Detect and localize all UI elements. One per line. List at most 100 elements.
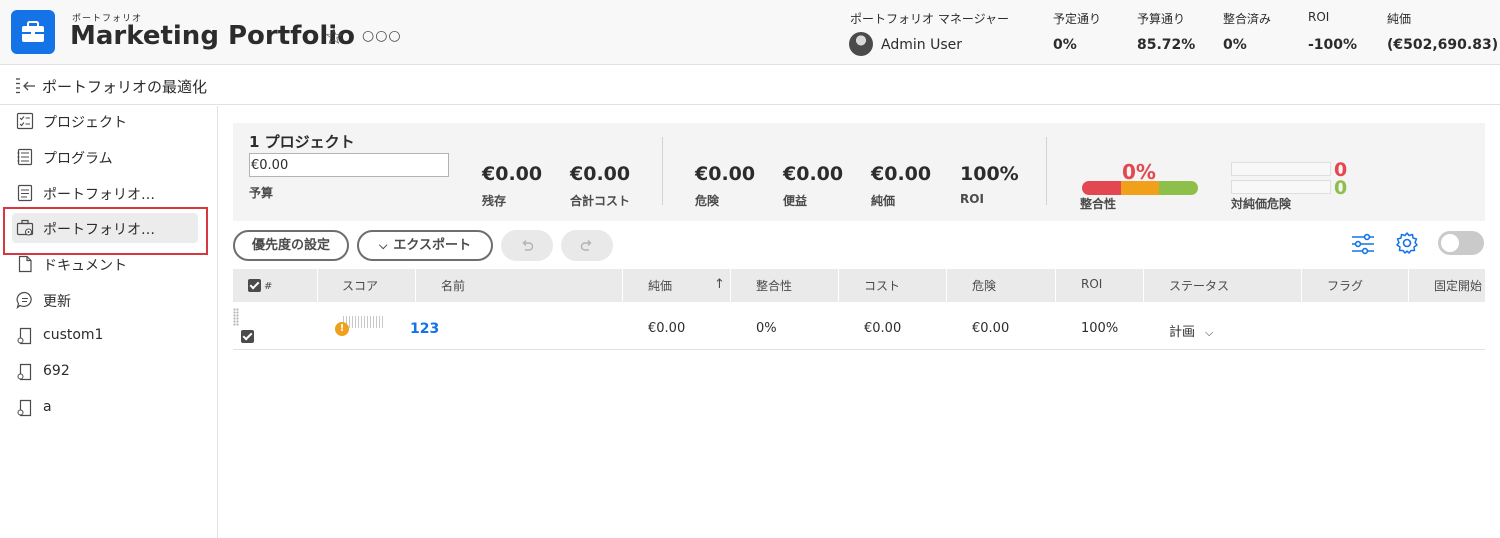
net-risk-label: 対純価危険 [1231, 197, 1292, 211]
sidebar-item-label: プロジェクト [43, 115, 127, 131]
column-header-cost[interactable]: コスト [864, 277, 900, 294]
sidebar-item-updates[interactable]: 更新 [12, 285, 198, 315]
project-count: 1 プロジェクト [249, 133, 355, 151]
budget-input[interactable] [249, 153, 449, 177]
gauge-segment-mid [1120, 181, 1160, 195]
project-name-link[interactable]: 123 [410, 321, 439, 337]
set-priority-button[interactable]: 優先度の設定 [233, 230, 349, 261]
chevron-down-icon: ⌵ [379, 239, 388, 252]
page-subheader: ポートフォリオの最適化 [0, 66, 1500, 105]
sidebar-item-label: a [43, 399, 52, 415]
column-header-number[interactable]: # [264, 281, 272, 292]
column-header-risk[interactable]: 危険 [972, 277, 996, 294]
cell-net-value: €0.00 [648, 321, 686, 336]
stat-value-on-time: 0% [1053, 37, 1077, 53]
stat-value-aligned: 0% [1223, 37, 1247, 53]
sidebar-item-label: ポートフォリオ… [43, 187, 155, 203]
column-divider [946, 269, 947, 302]
document-icon [16, 255, 34, 273]
metric-roi-value: 100% [960, 163, 1019, 185]
metric-risk-label: 危険 [695, 194, 720, 208]
column-divider [622, 269, 623, 302]
column-divider [317, 269, 318, 302]
select-all-checkbox[interactable] [248, 279, 261, 292]
net-risk-bar-a [1231, 162, 1331, 176]
undo-button[interactable] [501, 230, 553, 261]
column-header-fixed-start[interactable]: 固定開始 [1434, 277, 1482, 294]
undo-icon [522, 239, 534, 251]
custom-form-icon [16, 327, 34, 345]
redo-button[interactable] [561, 230, 613, 261]
score-meter [343, 316, 383, 328]
alignment-gauge [1082, 181, 1198, 195]
cell-alignment: 0% [756, 321, 777, 336]
column-header-roi[interactable]: ROI [1081, 277, 1102, 291]
briefcase-icon [11, 10, 55, 54]
filter-icon[interactable] [1351, 233, 1375, 255]
manager-name[interactable]: Admin User [881, 37, 962, 53]
stat-value-roi: -100% [1308, 37, 1358, 53]
gauge-segment-low [1082, 181, 1121, 195]
metric-risk-value: €0.00 [695, 163, 756, 185]
net-risk-bar-b [1231, 180, 1331, 194]
collapse-panel-icon[interactable] [15, 78, 37, 94]
project-list-icon [16, 112, 34, 130]
gauge-segment-high [1159, 181, 1198, 195]
metric-remaining-label: 残存 [482, 194, 507, 208]
sidebar-item-692[interactable]: 692 [12, 357, 198, 387]
export-label: エクスポート [393, 238, 471, 253]
stat-label-aligned: 整合済み [1223, 12, 1272, 26]
custom-form-icon [16, 399, 34, 417]
chevron-down-icon: ⌵ [1205, 326, 1214, 339]
sidebar-item-projects[interactable]: プロジェクト [12, 106, 198, 136]
export-button[interactable]: ⌵ エクスポート [357, 230, 493, 261]
metric-total-cost-label: 合計コスト [570, 194, 631, 208]
portfolio-header: ポートフォリオ Marketing Portfolio ☆ ○○○ ポートフォリ… [0, 0, 1500, 65]
stat-label-roi: ROI [1308, 10, 1330, 24]
column-divider [1055, 269, 1056, 302]
column-divider [730, 269, 731, 302]
gear-icon[interactable] [1395, 231, 1419, 255]
section-title: ポートフォリオの最適化 [42, 78, 208, 96]
cell-cost: €0.00 [864, 321, 902, 336]
star-icon[interactable]: ☆ [324, 26, 344, 50]
sidebar: プロジェクト プログラム ポートフォリオ… ポートフォリオ… ドキュメント 更新… [0, 106, 218, 538]
metric-benefit-label: 便益 [783, 194, 808, 208]
sidebar-item-portfolio-details[interactable]: ポートフォリオ… [12, 178, 198, 208]
column-header-status[interactable]: ステータス [1169, 277, 1229, 294]
more-icon[interactable]: ○○○ [362, 28, 402, 44]
stat-label-net-value: 純価 [1387, 12, 1412, 26]
column-divider [1408, 269, 1409, 302]
stat-value-net-value: (€502,690.83) [1387, 37, 1499, 53]
column-header-net-value[interactable]: 純価 [648, 277, 672, 294]
drag-handle-icon[interactable] [233, 308, 239, 326]
sidebar-item-a[interactable]: a [12, 393, 198, 423]
budget-label: 予算 [249, 186, 274, 200]
cell-risk: €0.00 [972, 321, 1010, 336]
sidebar-item-custom1[interactable]: custom1 [12, 321, 198, 351]
column-header-flag[interactable]: フラグ [1327, 277, 1363, 294]
divider [1046, 137, 1047, 205]
column-divider [838, 269, 839, 302]
status-dropdown[interactable]: 計画 ⌵ [1169, 321, 1213, 340]
sidebar-item-programs[interactable]: プログラム [12, 142, 198, 172]
column-divider [1143, 269, 1144, 302]
column-header-name[interactable]: 名前 [441, 277, 465, 294]
column-header-alignment[interactable]: 整合性 [756, 277, 792, 294]
row-checkbox[interactable] [241, 330, 254, 343]
metric-roi-label: ROI [960, 192, 984, 206]
avatar[interactable] [849, 32, 873, 56]
custom-form-icon [16, 363, 34, 381]
page-title: Marketing Portfolio [70, 21, 356, 51]
metric-remaining-value: €0.00 [482, 163, 543, 185]
warning-icon: ! [335, 322, 349, 336]
cell-roi: 100% [1081, 321, 1119, 336]
status-label: 計画 [1169, 325, 1196, 340]
sort-ascending-icon[interactable]: ↑ [714, 277, 725, 292]
alignment-label: 整合性 [1080, 197, 1117, 211]
sidebar-item-label: ドキュメント [43, 258, 127, 274]
metric-benefit-value: €0.00 [783, 163, 844, 185]
stat-value-on-budget: 85.72% [1137, 37, 1196, 53]
column-header-score[interactable]: スコア [342, 277, 378, 294]
net-risk-value-b: 0 [1334, 177, 1348, 199]
